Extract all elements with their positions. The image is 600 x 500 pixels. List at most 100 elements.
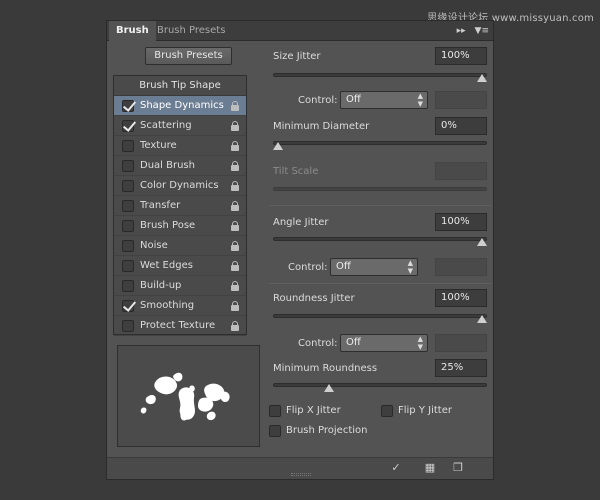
brush-projection-checkbox[interactable]: Brush Projection xyxy=(269,424,367,438)
brush-option-label: Color Dynamics xyxy=(140,180,219,191)
control-value-2 xyxy=(435,258,487,276)
brush-option-item[interactable]: Wet Edges xyxy=(114,256,246,276)
roundness-jitter-field[interactable]: 100% xyxy=(435,289,487,307)
brush-option-item[interactable]: Scattering xyxy=(114,116,246,136)
brush-option-item[interactable]: Brush Pose xyxy=(114,216,246,236)
flip-x-jitter-checkbox[interactable]: Flip X Jitter xyxy=(269,404,341,418)
checkbox-box[interactable] xyxy=(381,405,393,417)
brush-option-item[interactable]: Smoothing xyxy=(114,296,246,316)
brush-option-item[interactable]: Protect Texture xyxy=(114,316,246,336)
minimum-roundness-label: Minimum Roundness xyxy=(273,363,378,374)
checkbox-box[interactable] xyxy=(122,100,134,112)
brush-preview xyxy=(117,345,260,447)
brush-option-item[interactable]: Build-up xyxy=(114,276,246,296)
lock-icon[interactable] xyxy=(230,101,240,111)
select-arrows-icon: ▲ ▼ xyxy=(417,335,423,351)
minimum-roundness-field[interactable]: 25% xyxy=(435,359,487,377)
minimum-diameter-slider-thumb[interactable] xyxy=(273,142,283,150)
checkbox-box[interactable] xyxy=(122,260,134,272)
brush-option-item[interactable]: Dual Brush xyxy=(114,156,246,176)
divider-1 xyxy=(269,205,491,206)
brush-option-item[interactable]: Texture xyxy=(114,136,246,156)
brush-option-label: Wet Edges xyxy=(140,260,193,271)
panel-footer: ✓ ▦ ❐ xyxy=(107,457,493,479)
brush-option-label: Scattering xyxy=(140,120,192,131)
divider-2 xyxy=(269,283,491,284)
brush-tip-shape-item[interactable]: Brush Tip Shape xyxy=(114,76,246,96)
lock-icon[interactable] xyxy=(230,301,240,311)
checkbox-box[interactable] xyxy=(269,405,281,417)
brush-option-item[interactable]: Noise xyxy=(114,236,246,256)
brush-option-item[interactable]: Shape Dynamics xyxy=(114,96,246,116)
brush-option-label: Protect Texture xyxy=(140,320,216,331)
minimum-diameter-field[interactable]: 0% xyxy=(435,117,487,135)
checkbox-box[interactable] xyxy=(122,300,134,312)
brush-option-item[interactable]: Transfer xyxy=(114,196,246,216)
tilt-scale-label: Tilt Scale xyxy=(273,166,319,177)
size-jitter-slider[interactable] xyxy=(273,73,487,77)
control-label-1: Control: xyxy=(298,95,338,106)
lock-icon[interactable] xyxy=(230,121,240,131)
brush-stroke-preview xyxy=(140,372,230,421)
brush-presets-button[interactable]: Brush Presets xyxy=(145,47,232,65)
select-arrows-icon: ▲ ▼ xyxy=(417,92,423,108)
minimum-roundness-slider[interactable] xyxy=(273,383,487,387)
angle-jitter-label: Angle Jitter xyxy=(273,217,329,228)
checkbox-box[interactable] xyxy=(122,320,134,332)
brush-option-label: Dual Brush xyxy=(140,160,195,171)
checkbox-box[interactable] xyxy=(122,280,134,292)
minimum-roundness-slider-thumb[interactable] xyxy=(324,384,334,392)
control-label-3: Control: xyxy=(298,338,338,349)
toggle-live-tip-preview-icon[interactable]: ✓ xyxy=(389,461,403,475)
brush-option-label: Noise xyxy=(140,240,168,251)
angle-jitter-slider-thumb[interactable] xyxy=(477,238,487,246)
angle-jitter-slider[interactable] xyxy=(273,237,487,241)
angle-jitter-field[interactable]: 100% xyxy=(435,213,487,231)
checkbox-box[interactable] xyxy=(122,240,134,252)
roundness-jitter-label: Roundness Jitter xyxy=(273,293,355,304)
roundness-jitter-slider-thumb[interactable] xyxy=(477,315,487,323)
tab-brush[interactable]: Brush xyxy=(109,21,156,41)
checkbox-box[interactable] xyxy=(122,140,134,152)
minimum-diameter-label: Minimum Diameter xyxy=(273,121,370,132)
checkbox-box[interactable] xyxy=(269,425,281,437)
tab-brush-presets[interactable]: Brush Presets xyxy=(150,21,232,41)
lock-icon[interactable] xyxy=(230,241,240,251)
control-select-3[interactable]: Off ▲ ▼ xyxy=(340,334,428,352)
create-new-brush-icon[interactable]: ❐ xyxy=(451,461,465,475)
checkbox-box[interactable] xyxy=(122,200,134,212)
control-select-1[interactable]: Off ▲ ▼ xyxy=(340,91,428,109)
lock-icon[interactable] xyxy=(230,161,240,171)
lock-icon[interactable] xyxy=(230,201,240,211)
control-value-3 xyxy=(435,334,487,352)
lock-icon[interactable] xyxy=(230,281,240,291)
brush-option-label: Texture xyxy=(140,140,177,151)
control-select-2[interactable]: Off ▲ ▼ xyxy=(330,258,418,276)
lock-icon[interactable] xyxy=(230,221,240,231)
select-arrows-icon: ▲ ▼ xyxy=(407,259,413,275)
flip-y-jitter-checkbox[interactable]: Flip Y Jitter xyxy=(381,404,452,418)
checkbox-box[interactable] xyxy=(122,120,134,132)
control-value-1 xyxy=(435,91,487,109)
brush-panel: Brush Brush Presets ▸▸ ▼≡ Brush Presets … xyxy=(106,20,494,480)
lock-icon[interactable] xyxy=(230,141,240,151)
resize-grip[interactable] xyxy=(291,473,311,476)
lock-icon[interactable] xyxy=(230,321,240,331)
brush-option-item[interactable]: Color Dynamics xyxy=(114,176,246,196)
brush-option-label: Smoothing xyxy=(140,300,195,311)
size-jitter-field[interactable]: 100% xyxy=(435,47,487,65)
checkbox-box[interactable] xyxy=(122,180,134,192)
size-jitter-slider-thumb[interactable] xyxy=(477,74,487,82)
roundness-jitter-slider[interactable] xyxy=(273,314,487,318)
brush-option-label: Shape Dynamics xyxy=(140,100,224,111)
control-label-2: Control: xyxy=(288,262,328,273)
tilt-scale-field xyxy=(435,162,487,180)
brush-option-label: Transfer xyxy=(140,200,181,211)
checkbox-box[interactable] xyxy=(122,160,134,172)
checkbox-box[interactable] xyxy=(122,220,134,232)
open-preset-manager-icon[interactable]: ▦ xyxy=(423,461,437,475)
brush-options-list: Brush Tip Shape Shape Dynamics Scattering… xyxy=(113,75,247,336)
lock-icon[interactable] xyxy=(230,181,240,191)
minimum-diameter-slider[interactable] xyxy=(273,141,487,145)
lock-icon[interactable] xyxy=(230,261,240,271)
